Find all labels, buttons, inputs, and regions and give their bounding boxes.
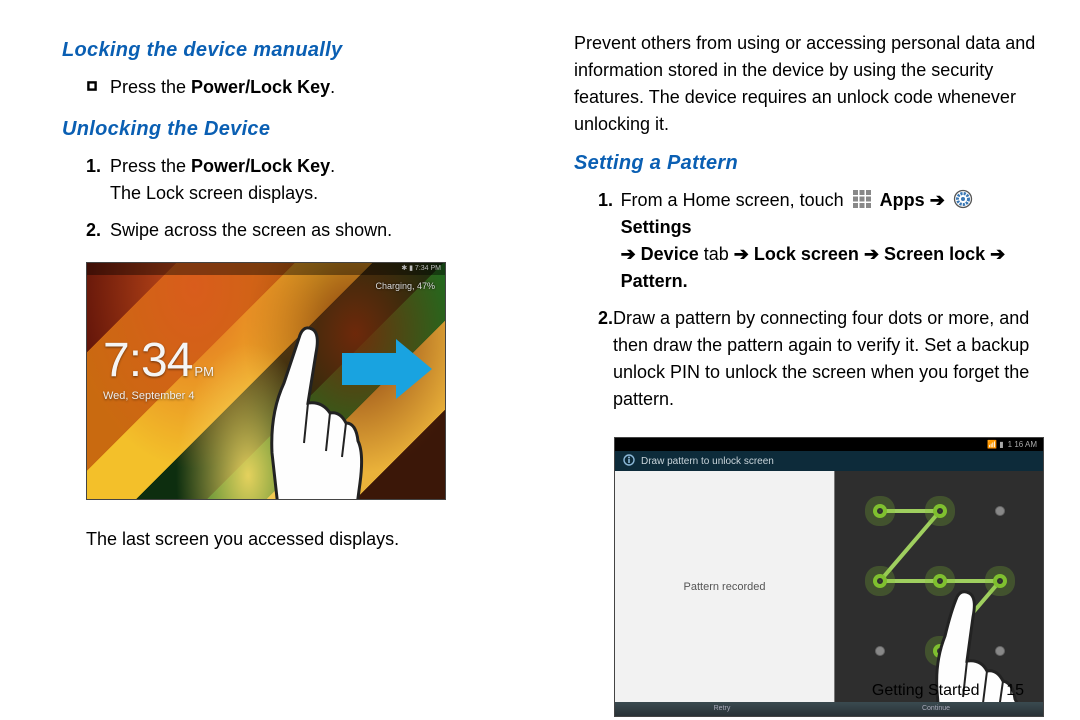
step-1-pattern: 1. From a Home screen, touch Apps ➔	[598, 187, 1050, 295]
bullet-press-power: Press the Power/Lock Key.	[86, 74, 538, 101]
text-bold: Power/Lock Key	[191, 77, 330, 97]
text: tab	[699, 244, 734, 264]
pattern-recorded-label: Pattern recorded	[615, 471, 835, 702]
pattern-header: Draw pattern to unlock screen	[615, 451, 1043, 471]
status-bar: ✱ ▮ 7:34 PM	[87, 263, 445, 275]
hand-illustration	[212, 323, 372, 500]
arrow-icon: ➔	[864, 244, 879, 264]
clock-date: Wed, September 4	[103, 390, 214, 402]
text-bold: Settings	[621, 217, 692, 237]
section-name: Getting Started	[872, 682, 980, 699]
text-bold: Lock screen	[754, 244, 859, 264]
retry-button[interactable]: Retry	[615, 702, 829, 716]
arrow-icon: ➔	[990, 244, 1005, 264]
arrow-icon: ➔	[930, 190, 945, 210]
text: From a Home screen, touch	[621, 190, 849, 210]
text-bold: Device	[641, 244, 699, 264]
step-text: Swipe across the screen as shown.	[110, 217, 392, 244]
square-bullet-icon	[86, 74, 110, 100]
lockscreen-clock: 7:34PM Wed, September 4	[103, 333, 214, 402]
after-figure-text: The last screen you accessed displays.	[86, 526, 538, 553]
step-text: From a Home screen, touch Apps ➔	[621, 187, 1050, 295]
text-bold: Apps	[880, 190, 925, 210]
pattern-dot	[935, 506, 945, 516]
header-text: Draw pattern to unlock screen	[641, 456, 774, 467]
step-1-unlock: 1. Press the Power/Lock Key. The Lock sc…	[86, 153, 538, 207]
pattern-grid	[835, 471, 1043, 702]
text-bold: Screen lock	[884, 244, 985, 264]
heading-locking: Locking the device manually	[62, 39, 538, 62]
intro-paragraph: Prevent others from using or accessing p…	[574, 30, 1050, 138]
text: Press the	[110, 77, 191, 97]
swipe-arrow-icon	[342, 353, 396, 385]
screenshot-pattern: 📶 ▮ 1 16 AM Draw pattern to unlock scree…	[614, 437, 1044, 717]
heading-unlocking: Unlocking the Device	[62, 118, 538, 141]
arrow-icon: ➔	[621, 244, 636, 264]
status-time: 7:34 PM	[415, 265, 441, 272]
text: Press the	[110, 156, 191, 176]
pattern-dot	[935, 576, 945, 586]
status-time: 1 16 AM	[1008, 440, 1037, 449]
step-text: Press the Power/Lock Key. The Lock scree…	[110, 153, 335, 207]
step-2-pattern: 2. Draw a pattern by connecting four dot…	[598, 305, 1050, 413]
bullet-text: Press the Power/Lock Key.	[110, 74, 335, 101]
arrow-icon: ➔	[734, 244, 749, 264]
step-number: 1.	[598, 187, 621, 214]
step-2-unlock: 2. Swipe across the screen as shown.	[86, 217, 538, 244]
pattern-dot	[875, 506, 885, 516]
pattern-dot	[995, 506, 1005, 516]
step-text: Draw a pattern by connecting four dots o…	[613, 305, 1050, 413]
apps-grid-icon	[851, 188, 873, 210]
figure-pattern-screen: 📶 ▮ 1 16 AM Draw pattern to unlock scree…	[614, 437, 1050, 717]
figure-swipe-lockscreen: ✱ ▮ 7:34 PM Charging, 47% 7:34PM Wed, Se…	[86, 262, 538, 500]
status-bar: 📶 ▮ 1 16 AM	[615, 438, 1043, 451]
heading-setting-pattern: Setting a Pattern	[574, 152, 1050, 175]
page-footer: Getting Started 15	[872, 682, 1024, 700]
step-number: 1.	[86, 153, 110, 180]
charging-label: Charging, 47%	[375, 281, 435, 291]
text: .	[330, 77, 335, 97]
settings-gear-icon	[952, 188, 974, 210]
step-number: 2.	[86, 217, 110, 244]
continue-button[interactable]: Continue	[829, 702, 1043, 716]
clock-time: 7:34	[103, 334, 192, 387]
pattern-button-bar: Retry Continue	[615, 702, 1043, 716]
clock-ampm: PM	[194, 364, 214, 379]
pattern-dot	[995, 576, 1005, 586]
screenshot-lockscreen: ✱ ▮ 7:34 PM Charging, 47% 7:34PM Wed, Se…	[86, 262, 446, 500]
info-icon	[623, 454, 635, 469]
pattern-dot	[875, 576, 885, 586]
left-column: Locking the device manually Press the Po…	[62, 30, 538, 700]
text: The Lock screen displays.	[110, 183, 318, 203]
text: .	[330, 156, 335, 176]
step-number: 2.	[598, 305, 613, 332]
page-number: 15	[984, 682, 1024, 700]
right-column: Prevent others from using or accessing p…	[574, 30, 1050, 700]
pattern-dot	[875, 646, 885, 656]
text-bold: Pattern	[621, 271, 683, 291]
text-bold: Power/Lock Key	[191, 156, 330, 176]
